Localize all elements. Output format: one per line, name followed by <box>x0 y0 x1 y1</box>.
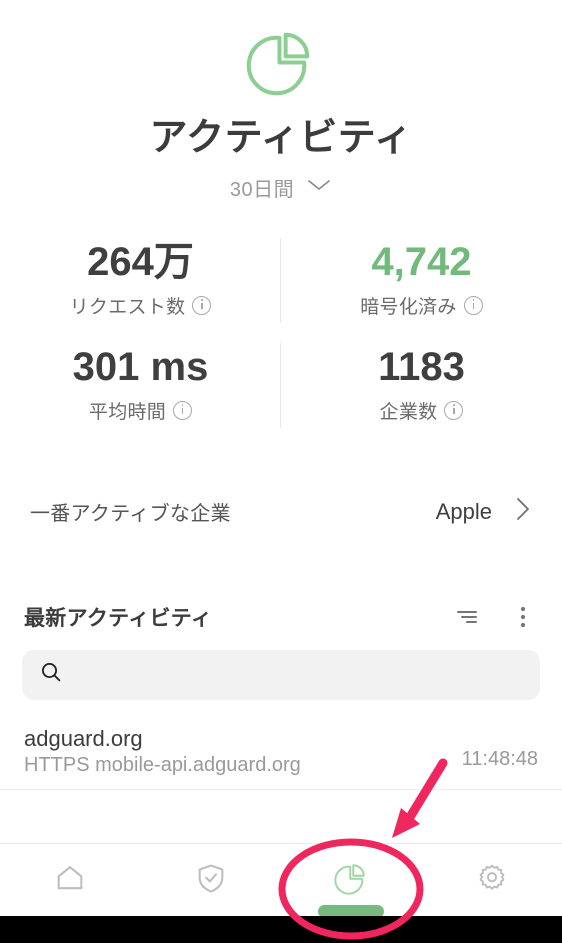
more-vertical-icon[interactable] <box>508 602 538 632</box>
stats-grid: 264万 リクエスト数 4,742 暗号化済み 301 ms 平均時間 1183 <box>0 228 562 438</box>
stat-companies: 1183 企業数 <box>281 333 562 438</box>
activity-domain: adguard.org <box>24 725 143 751</box>
most-active-company-value: Apple <box>435 498 492 524</box>
stat-value: 264万 <box>87 239 194 284</box>
info-icon[interactable] <box>463 295 483 315</box>
search-input[interactable] <box>74 648 522 701</box>
activity-screen: アクティビティ 30日間 264万 リクエスト数 4,742 暗号化済み 301… <box>0 0 562 943</box>
info-icon[interactable] <box>192 295 212 315</box>
most-active-company-label: 一番アクティブな企業 <box>30 503 231 526</box>
nav-item-protection[interactable] <box>141 844 282 916</box>
bottom-navigation <box>0 843 562 918</box>
stat-value: 1183 <box>378 344 465 389</box>
info-icon[interactable] <box>173 400 193 420</box>
most-active-company-row[interactable]: 一番アクティブな企業 Apple <box>0 484 562 540</box>
activity-list: adguard.org HTTPS mobile-api.adguard.org… <box>0 726 562 790</box>
system-home-bar <box>0 916 562 943</box>
shield-check-icon <box>194 861 228 900</box>
search-box[interactable] <box>22 648 540 701</box>
sort-filter-icon[interactable] <box>452 602 482 632</box>
nav-item-settings[interactable] <box>422 844 562 916</box>
gear-icon <box>475 861 509 900</box>
list-item[interactable]: adguard.org HTTPS mobile-api.adguard.org… <box>0 726 562 790</box>
stat-requests: 264万 リクエスト数 <box>0 228 281 333</box>
header: アクティビティ 30日間 <box>0 0 562 202</box>
stat-label: 平均時間 <box>88 401 167 423</box>
pie-chart-icon <box>333 860 369 901</box>
stat-value: 301 ms <box>72 344 209 389</box>
search-icon <box>40 661 62 688</box>
stat-value: 4,742 <box>371 239 472 284</box>
page-title: アクティビティ <box>149 117 413 159</box>
stat-encrypted: 4,742 暗号化済み <box>281 228 562 333</box>
recent-activity-title: 最新アクティビティ <box>24 606 213 630</box>
stat-label: 暗号化済み <box>360 296 457 318</box>
recent-activity-header: 最新アクティビティ <box>0 602 562 632</box>
period-label: 30日間 <box>229 178 295 201</box>
info-icon[interactable] <box>444 400 464 420</box>
nav-item-activity[interactable] <box>281 844 422 918</box>
chevron-down-icon <box>306 177 332 198</box>
period-selector[interactable]: 30日間 <box>0 173 562 202</box>
stat-label: 企業数 <box>379 401 438 423</box>
activity-time: 11:48:48 <box>461 747 538 770</box>
chevron-right-icon <box>514 494 532 529</box>
home-icon <box>53 861 87 900</box>
stat-label: リクエスト数 <box>69 296 186 318</box>
activity-detail: HTTPS mobile-api.adguard.org <box>24 753 301 776</box>
stat-average-time: 301 ms 平均時間 <box>0 333 281 438</box>
search-bar-wrap <box>0 648 562 701</box>
pie-chart-icon <box>0 24 562 103</box>
nav-item-home[interactable] <box>0 844 141 916</box>
